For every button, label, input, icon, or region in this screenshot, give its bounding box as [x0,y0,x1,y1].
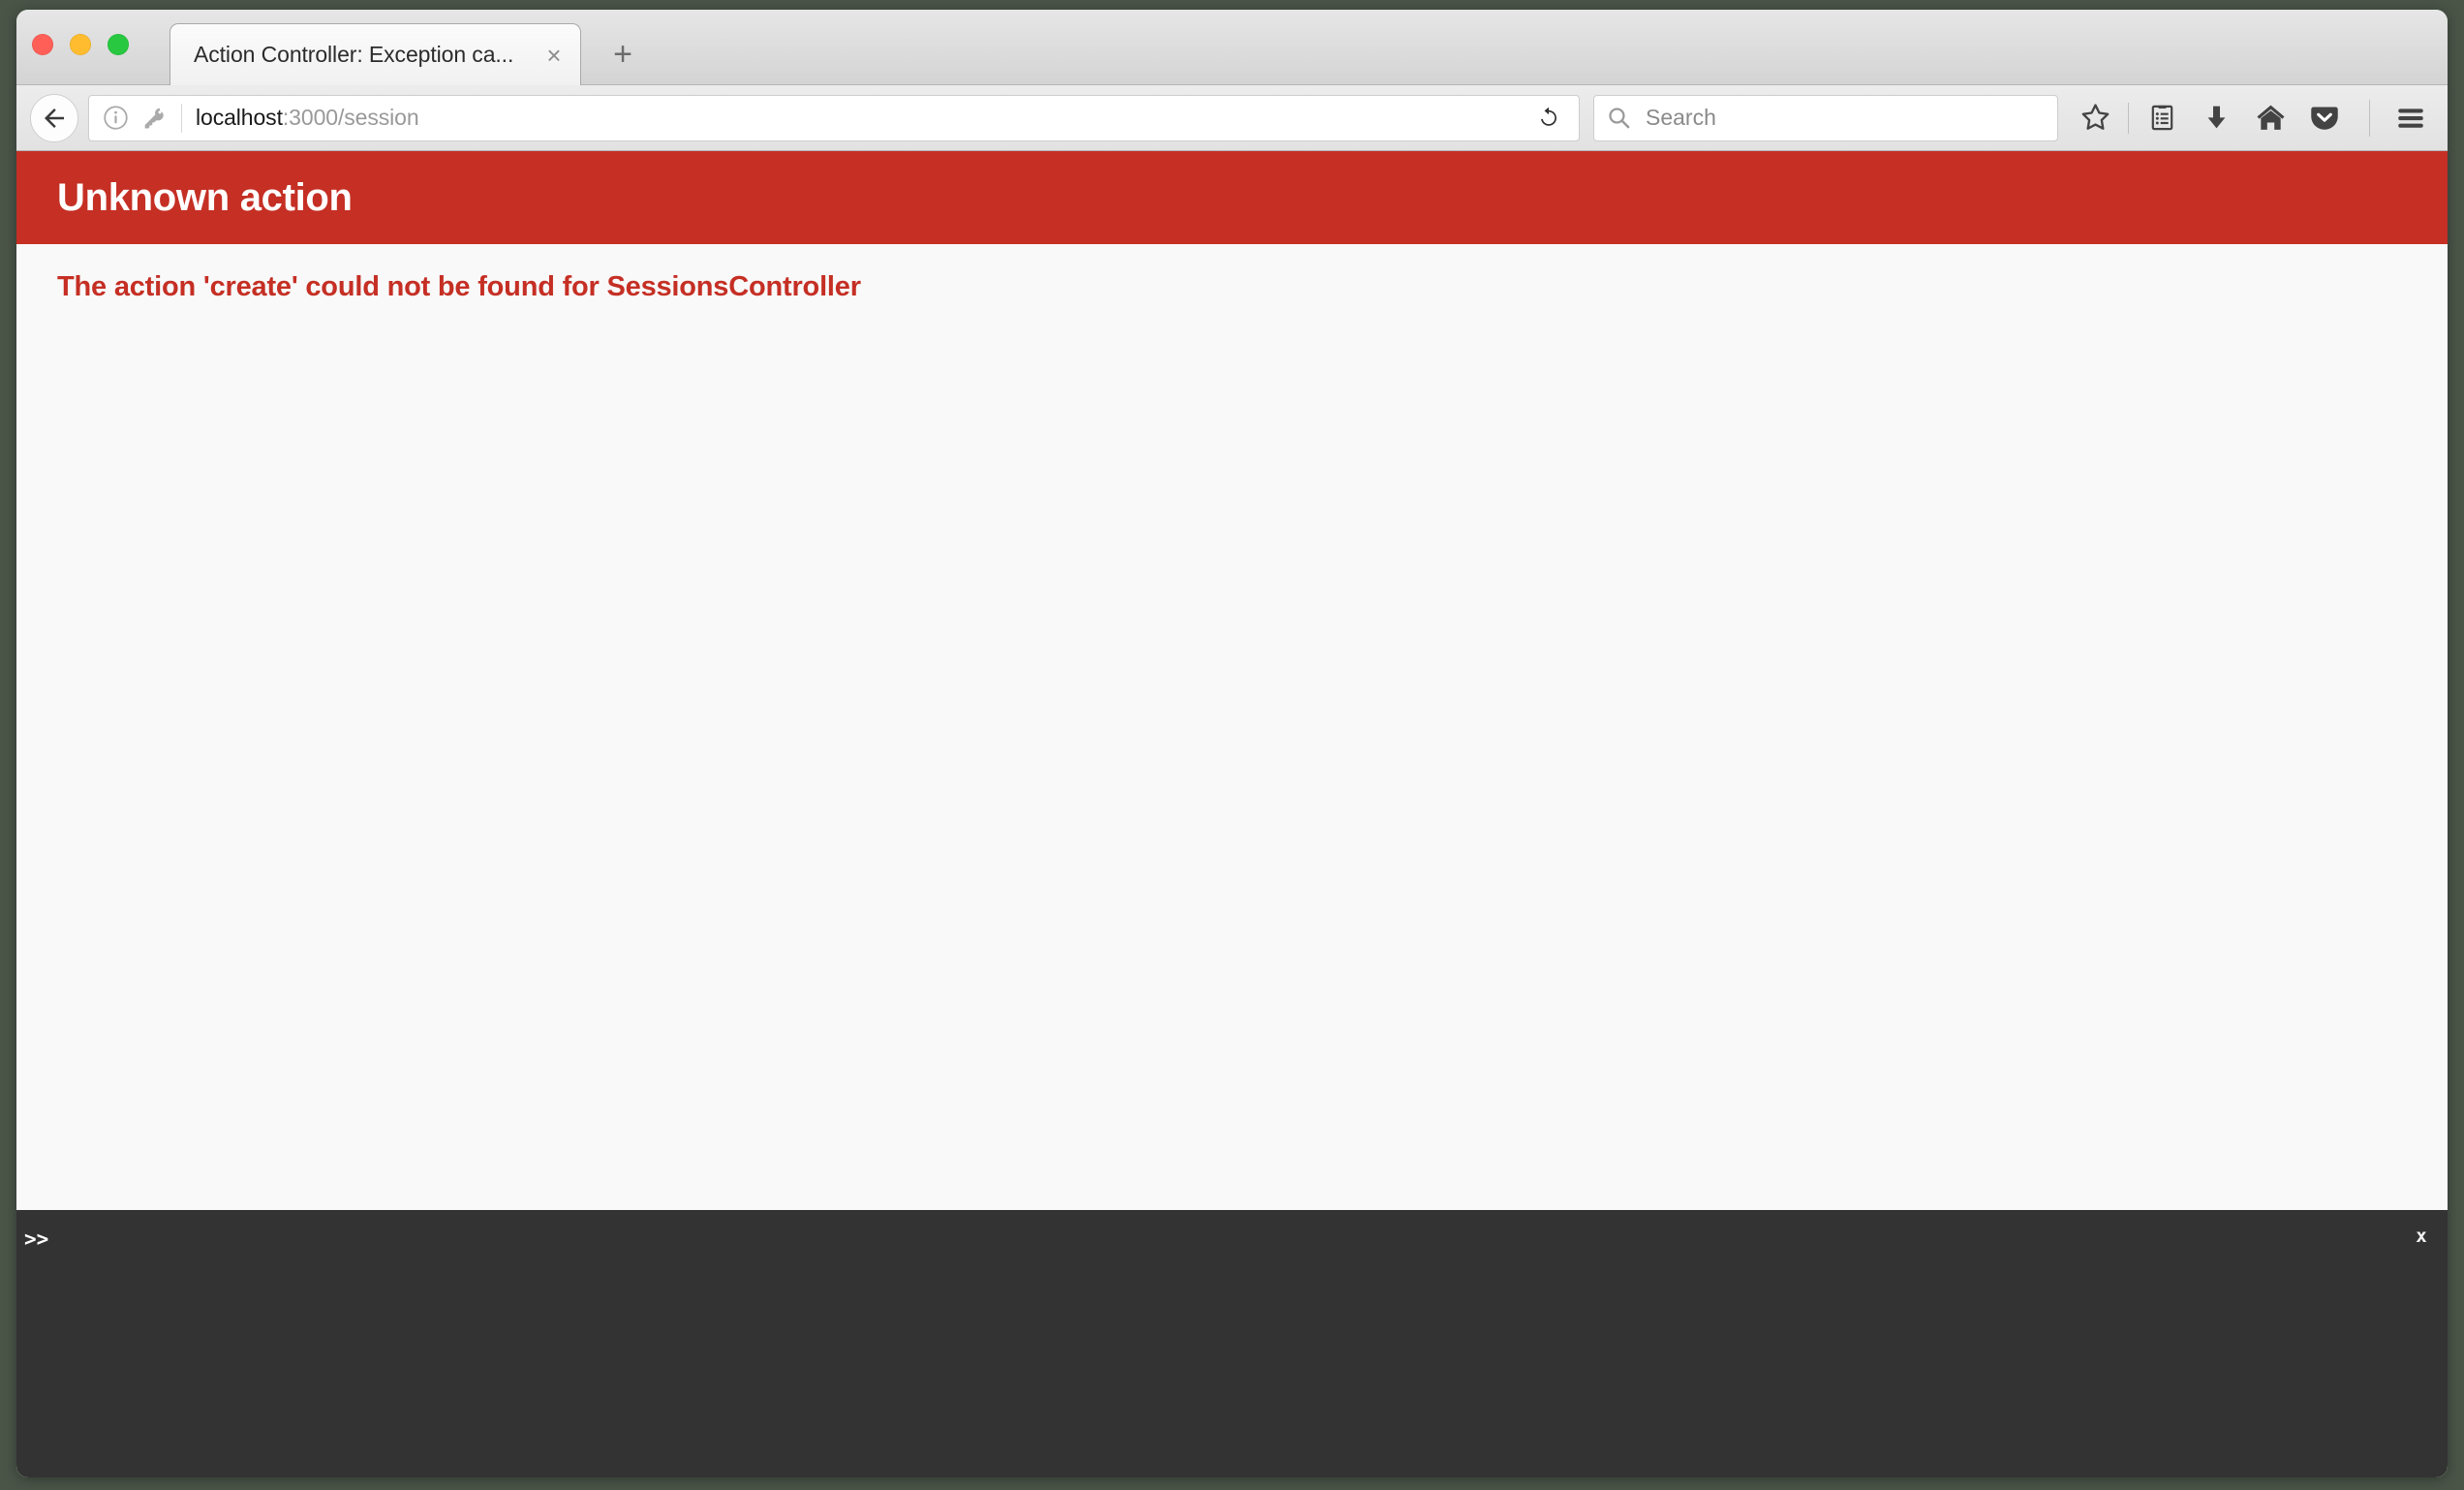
key-icon[interactable] [140,105,168,132]
toolbar-buttons [2068,93,2438,143]
toolbar-divider [2128,102,2129,134]
search-bar[interactable]: Search [1593,94,2058,141]
error-body: The action 'create' could not be found f… [16,244,2448,1210]
identity-box[interactable] [103,103,182,133]
tab-strip: Action Controller: Exception ca... × + [16,10,2448,85]
browser-tab-active[interactable]: Action Controller: Exception ca... × [169,23,581,85]
info-circle-icon[interactable] [103,105,129,131]
reload-button[interactable] [1521,96,1575,140]
back-button[interactable] [30,93,78,142]
browser-window: Action Controller: Exception ca... × + l… [16,10,2448,1477]
bookmark-star-icon [2081,104,2109,130]
url-bar[interactable]: localhost:3000/session [88,94,1580,141]
reading-list-button[interactable] [2135,93,2189,143]
downloads-icon [2207,106,2225,129]
pocket-button[interactable] [2297,93,2352,143]
url-path: :3000/session [282,105,419,130]
pocket-icon [2311,107,2338,130]
page-viewport: Unknown action The action 'create' could… [16,151,2448,1477]
console-close-icon[interactable]: x [2411,1226,2432,1247]
window-close-button[interactable] [32,34,53,55]
new-tab-button[interactable]: + [598,31,648,78]
back-arrow-icon [45,108,64,128]
reload-icon [1540,107,1556,126]
tab-title: Action Controller: Exception ca... [194,42,514,67]
traffic-lights [32,34,129,55]
search-input[interactable]: Search [1646,105,1716,131]
hamburger-menu-icon [2398,108,2423,128]
web-console[interactable]: >> x [16,1210,2448,1477]
downloads-button[interactable] [2189,93,2243,143]
window-zoom-button[interactable] [108,34,129,55]
error-banner: Unknown action [16,151,2448,244]
navigation-toolbar: localhost:3000/session Search [16,85,2448,151]
tab-close-icon[interactable]: × [538,39,570,72]
hamburger-menu-button[interactable] [2384,93,2438,143]
home-icon [2256,105,2285,130]
page-title: Unknown action [57,175,353,219]
url-text[interactable]: localhost:3000/session [196,105,1521,131]
bookmark-star-button[interactable] [2068,93,2122,143]
console-prompt: >> [24,1227,49,1251]
reading-list-icon [2151,105,2172,131]
error-message: The action 'create' could not be found f… [57,271,861,302]
window-minimize-button[interactable] [70,34,91,55]
home-button[interactable] [2243,93,2297,143]
url-host: localhost [196,105,283,130]
menu-divider [2369,99,2370,137]
search-icon [1609,108,1630,129]
